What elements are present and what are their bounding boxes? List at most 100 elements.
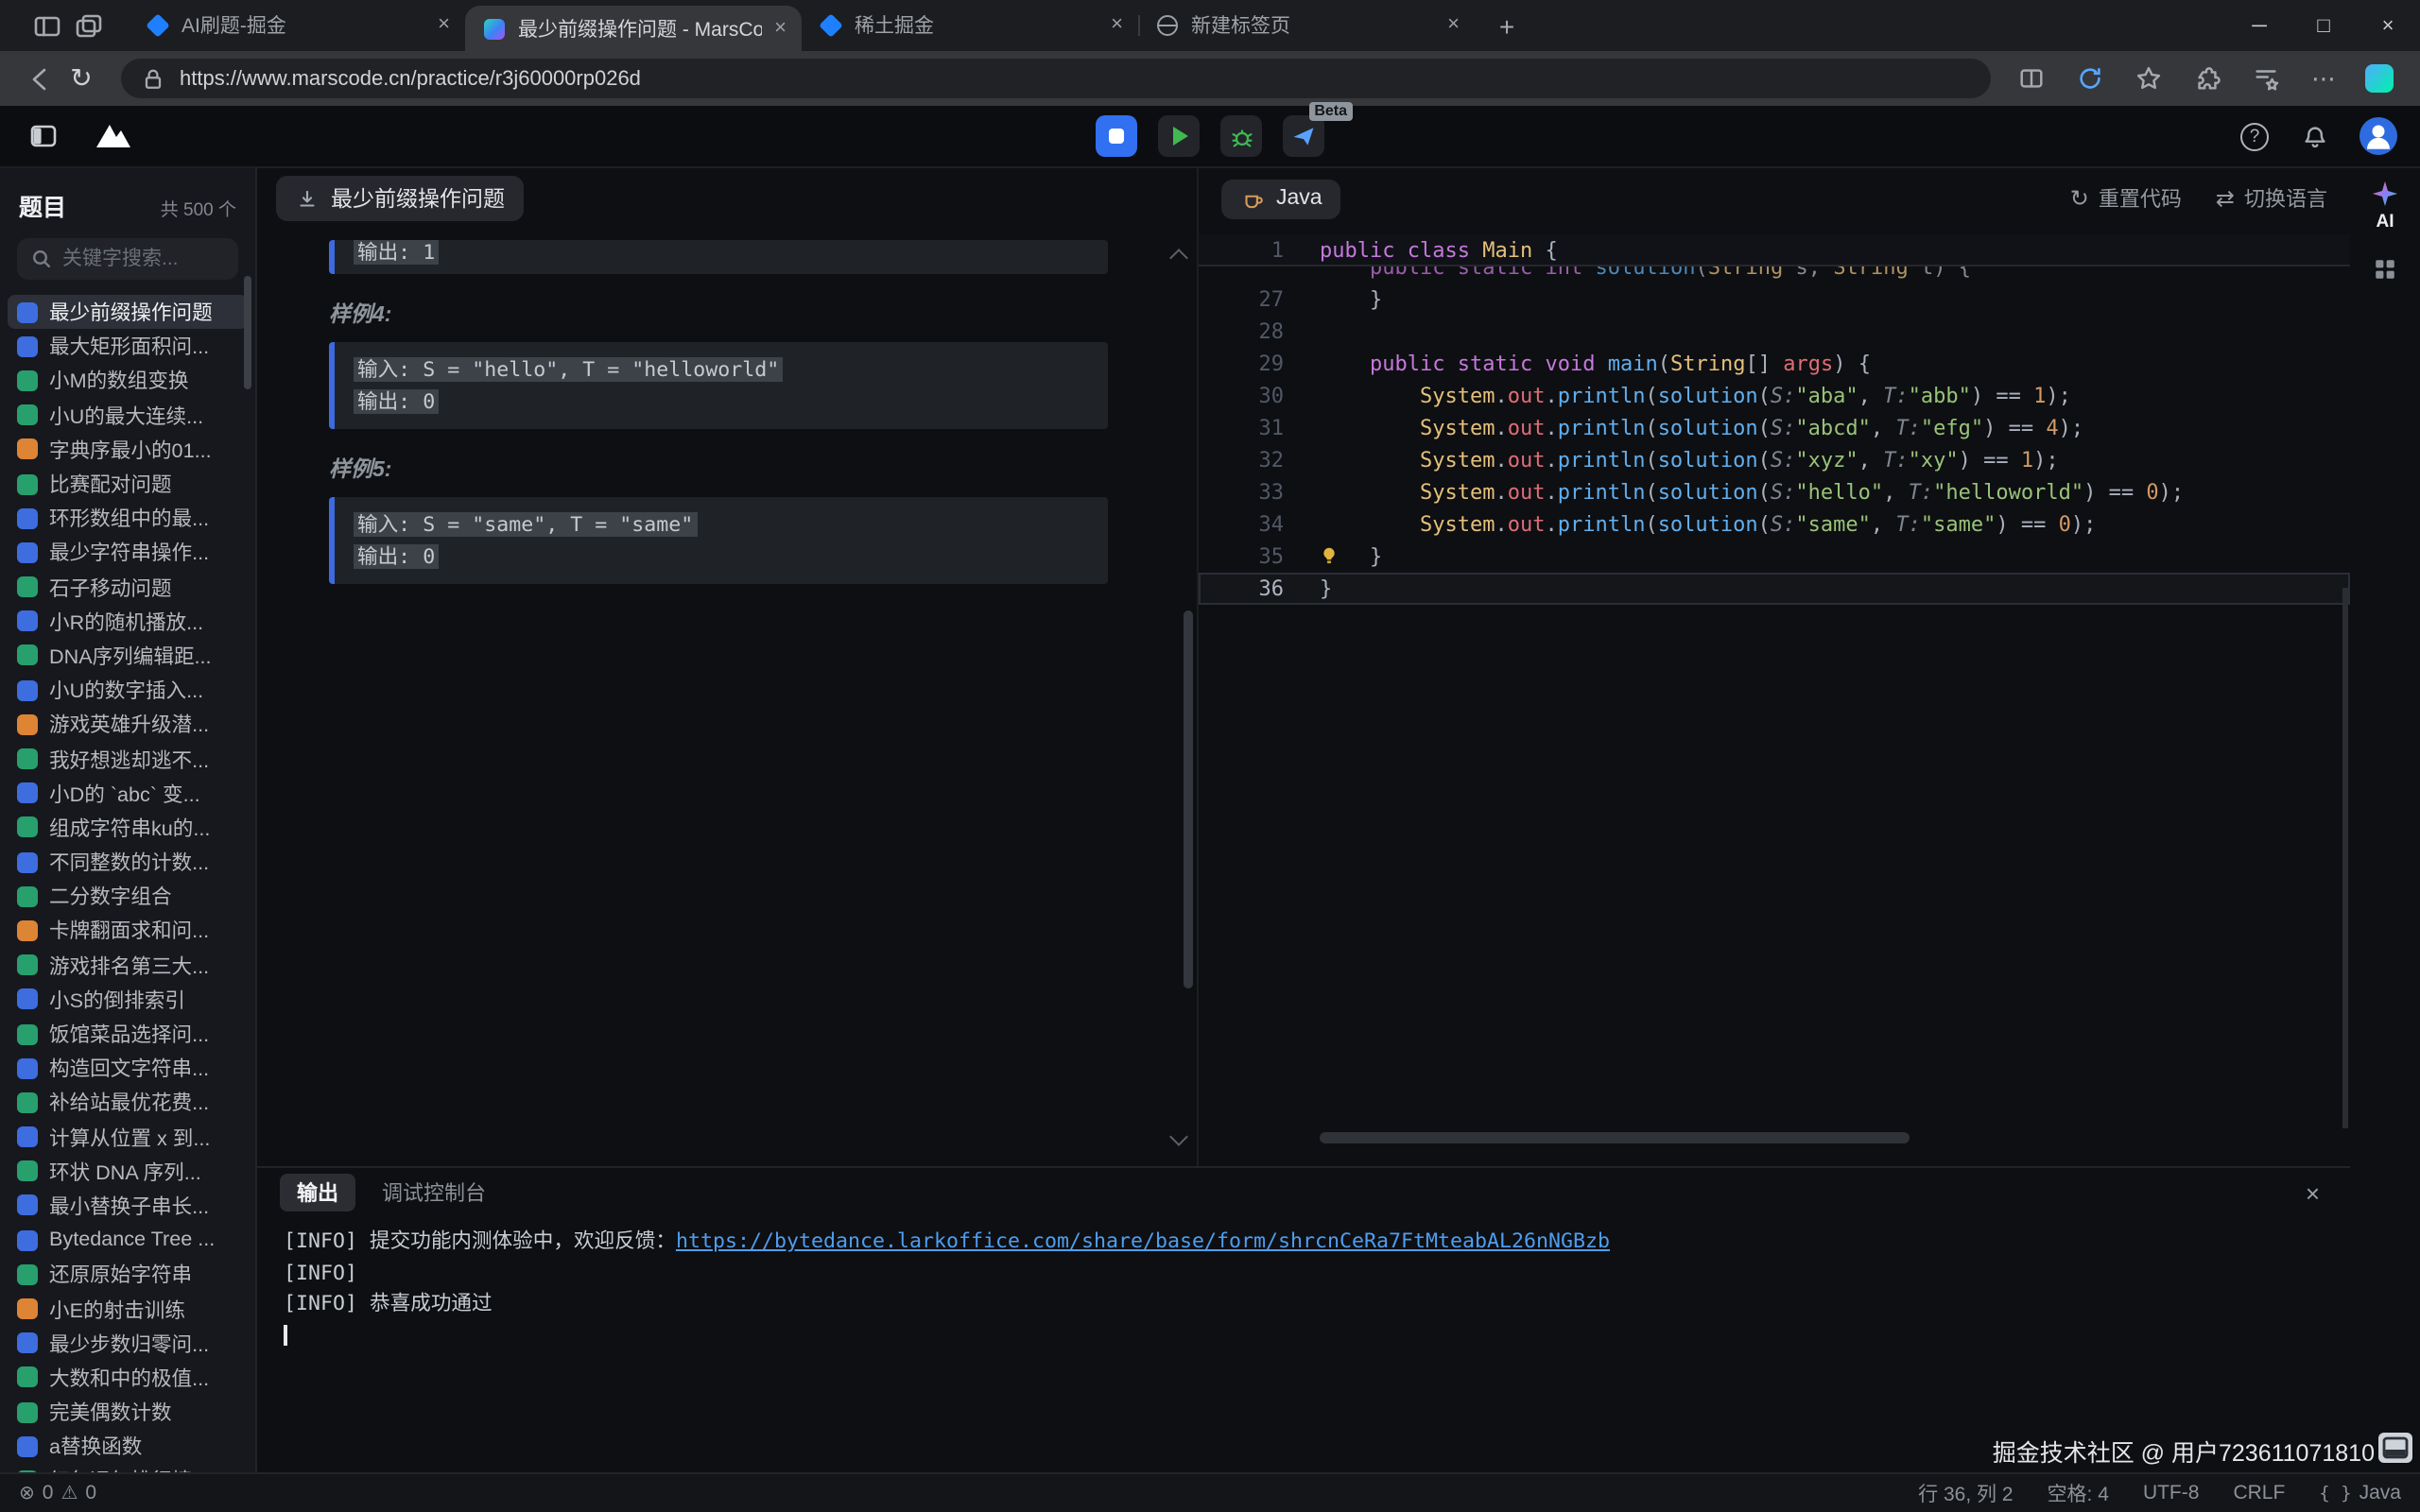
layout-button[interactable] [1096,115,1137,157]
language-chip[interactable]: Java [1221,179,1341,218]
maximize-button[interactable]: □ [2291,0,2356,51]
refresh-button[interactable]: ↻ [60,58,102,99]
console-cursor-line[interactable] [284,1320,2324,1351]
run-button[interactable] [1158,115,1200,157]
problem-list-item[interactable]: a替换函数 [8,1429,248,1463]
problem-list-item[interactable]: Bytedance Tree ... [8,1223,248,1257]
problem-list-item[interactable]: 我好想逃却逃不... [8,742,248,776]
back-button[interactable] [19,58,60,99]
code-line[interactable]: public static int solution(String s, Str… [1199,266,2350,284]
problem-list-item[interactable]: 红包运气排行榜 [8,1464,248,1472]
notifications-icon[interactable] [2293,115,2335,157]
editor-lines[interactable]: 1public class Main { public static int s… [1199,229,2350,605]
marscode-logo[interactable] [91,122,136,150]
status-item[interactable]: CRLF [2233,1482,2285,1504]
quick-fix-lightbulb-icon[interactable] [1318,544,1340,567]
debug-button[interactable] [1220,115,1262,157]
problem-list-item[interactable]: 最大矩形面积问... [8,329,248,363]
code-line[interactable]: 34 System.out.println(solution(S:"same",… [1199,508,2350,541]
problem-list-item[interactable]: 游戏英雄升级潜... [8,708,248,742]
code-line[interactable]: 30 System.out.println(solution(S:"aba", … [1199,380,2350,412]
status-language[interactable]: { }Java [2319,1482,2401,1504]
help-icon[interactable]: ? [2240,122,2269,150]
tab-layout-icon[interactable] [26,5,68,46]
problem-list-item[interactable]: 计算从位置 x 到... [8,1120,248,1154]
problem-list-item[interactable]: 石子移动问题 [8,570,248,604]
tab-output[interactable]: 输出 [280,1174,355,1211]
problem-list-item[interactable]: 小R的随机播放... [8,604,248,638]
search-input[interactable] [62,248,225,270]
problem-list-item[interactable]: 环状 DNA 序列... [8,1154,248,1188]
collections-icon[interactable] [2248,61,2282,95]
minimize-button[interactable]: ─ [2227,0,2291,51]
problem-list-item[interactable]: 最小替换子串长... [8,1189,248,1223]
problem-list-item[interactable]: 组成字符串ku的... [8,811,248,845]
problem-list-item[interactable]: 完美偶数计数 [8,1395,248,1429]
editor-vscrollbar[interactable] [2342,588,2348,1128]
switch-language-button[interactable]: ⇄切换语言 [2216,183,2327,214]
panel-toggle-button[interactable] [2378,1433,2412,1463]
problem-list-item[interactable]: 补给站最优花费... [8,1086,248,1120]
problem-list-item[interactable]: 卡牌翻面求和问... [8,914,248,948]
more-menu-icon[interactable]: ⋯ [2307,61,2341,95]
problem-title-chip[interactable]: 最少前缀操作问题 [276,176,524,221]
close-console-icon[interactable]: × [2306,1178,2327,1207]
code-line[interactable]: 32 System.out.println(solution(S:"xyz", … [1199,444,2350,476]
code-line[interactable]: 31 System.out.println(solution(S:"abcd",… [1199,412,2350,444]
problem-list-item[interactable]: 环形数组中的最... [8,501,248,535]
problem-list-item[interactable]: DNA序列编辑距... [8,639,248,673]
problem-list-item[interactable]: 大数和中的极值... [8,1361,248,1395]
problem-list-item[interactable]: 二分数字组合 [8,879,248,913]
problem-list-item[interactable]: 最少前缀操作问题 [8,295,248,329]
problem-list-item[interactable]: 小D的 `abc` 变... [8,776,248,810]
problem-list-item[interactable]: 饭馆菜品选择问... [8,1017,248,1051]
problem-list-item[interactable]: 字典序最小的01... [8,433,248,467]
problem-list-item[interactable]: 最少步数归零问... [8,1326,248,1360]
code-line[interactable]: 29 public static void main(String[] args… [1199,348,2350,380]
address-bar[interactable]: https://www.marscode.cn/practice/r3j6000… [121,59,1991,98]
console-link[interactable]: https://bytedance.larkoffice.com/share/b… [676,1228,1610,1253]
split-screen-icon[interactable] [2014,61,2048,95]
extensions-icon[interactable] [2189,61,2223,95]
problem-list-item[interactable]: 最少字符串操作... [8,536,248,570]
problem-list-item[interactable]: 构造回文字符串... [8,1051,248,1085]
problems-indicator[interactable]: ⊗0 ⚠0 [19,1482,96,1504]
browser-tab[interactable]: 最少前缀操作问题 - MarsCode × [465,6,802,51]
code-line[interactable]: 1public class Main { [1199,234,2350,266]
tab-close-icon[interactable]: × [1447,15,1460,36]
submit-button[interactable]: Beta [1283,115,1324,157]
code-line[interactable]: 36} [1199,573,2350,605]
browser-tab[interactable]: AI刷题-掘金 × [129,0,465,51]
copilot-icon[interactable] [2365,64,2394,93]
browser-essentials-icon[interactable] [2072,61,2106,95]
browser-tab[interactable]: 新建标签页 × [1138,0,1475,51]
problem-scrollbar[interactable] [1184,610,1193,988]
problem-list-item[interactable]: 小U的数字插入... [8,673,248,707]
code-line[interactable]: 27 } [1199,284,2350,316]
code-line[interactable]: 33 System.out.println(solution(S:"hello"… [1199,476,2350,508]
search-box[interactable] [17,238,238,280]
problem-list-item[interactable]: 还原原始字符串 [8,1258,248,1292]
sidebar-toggle-icon[interactable] [23,115,64,157]
editor-hscrollbar[interactable] [1320,1132,1910,1143]
workspaces-icon[interactable] [68,5,110,46]
problem-list-item[interactable]: 小M的数组变换 [8,364,248,398]
tab-close-icon[interactable]: × [1111,15,1123,36]
status-item[interactable]: 空格: 4 [2048,1479,2109,1507]
tab-debug-console[interactable]: 调试控制台 [382,1177,486,1208]
scroll-down-icon[interactable] [1169,1127,1188,1146]
tab-close-icon[interactable]: × [438,15,450,36]
user-avatar[interactable] [2360,117,2397,155]
code-line[interactable]: 28 [1199,316,2350,348]
browser-tab[interactable]: 稀土掘金 × [802,0,1138,51]
tab-close-icon[interactable]: × [774,18,786,39]
problem-list-item[interactable]: 不同整数的计数... [8,845,248,879]
problem-list-item[interactable]: 小U的最大连续... [8,398,248,432]
problem-list-item[interactable]: 比赛配对问题 [8,467,248,501]
favorites-icon[interactable] [2131,61,2165,95]
status-item[interactable]: UTF-8 [2143,1482,2200,1504]
problem-list-item[interactable]: 游戏排名第三大... [8,948,248,982]
problem-list-item[interactable]: 小E的射击训练 [8,1292,248,1326]
sidebar-scrollbar[interactable] [244,276,251,389]
new-tab-button[interactable]: + [1486,5,1528,46]
